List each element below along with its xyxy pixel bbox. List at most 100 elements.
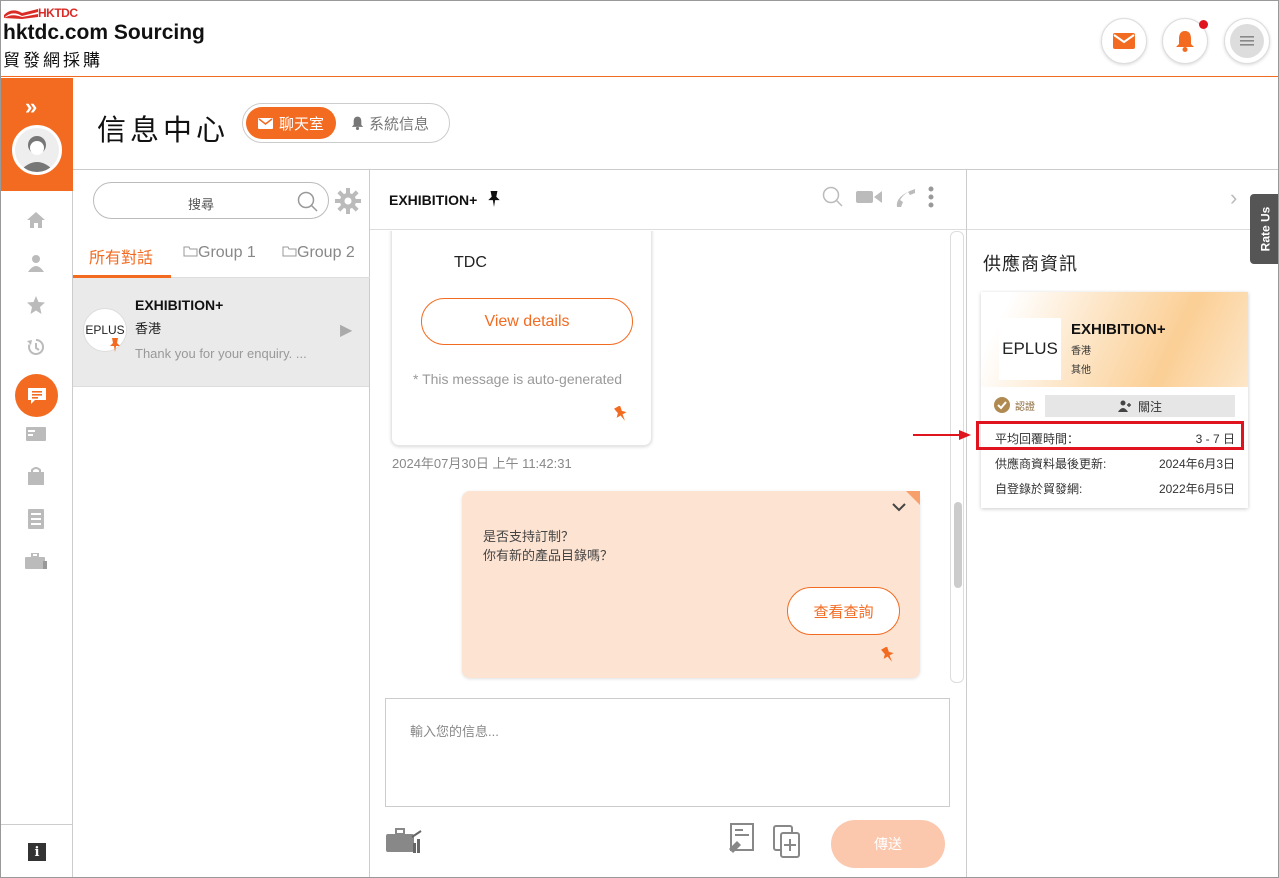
video-call-icon[interactable]	[856, 189, 882, 205]
message-timestamp: 2024年07月30日 上午 11:42:31	[392, 456, 572, 471]
more-options-icon[interactable]	[928, 186, 934, 208]
pin-icon[interactable]	[487, 191, 501, 207]
search-icon[interactable]	[822, 186, 844, 208]
last-updated-value: 2024年6月3日	[1158, 457, 1235, 471]
send-button[interactable]: 傳送	[831, 820, 945, 868]
card-icon[interactable]	[24, 422, 48, 446]
supplier-logo[interactable]: EPLUS	[999, 318, 1061, 380]
side-rail: » i	[1, 78, 73, 877]
bell-icon	[351, 116, 364, 130]
home-icon[interactable]	[24, 208, 48, 232]
tab-all-conversations[interactable]: 所有對話	[89, 244, 153, 268]
highlight-box	[976, 421, 1244, 450]
expand-icon[interactable]: »	[25, 94, 37, 120]
enquiry-line-1: 是否支持訂制？	[483, 529, 575, 544]
search-icon[interactable]	[297, 191, 319, 213]
view-details-button[interactable]: View details	[421, 298, 633, 345]
page-title: 信息中心	[97, 115, 230, 147]
conversation-preview: Thank you for your enquiry. ...	[135, 346, 307, 361]
notification-dot	[1199, 20, 1208, 29]
brand-name-en[interactable]: hktdc.com Sourcing	[3, 21, 205, 45]
rail-profile-area: »	[1, 78, 73, 191]
list-item[interactable]: EPLUS EXHIBITION+ 香港 Thank you for your …	[73, 278, 369, 387]
supplier-panel: › 供應商資訊 EPLUS EXHIBITION+ 香港 其他 認證 關注 平均…	[967, 169, 1278, 877]
tab-chatroom-label: 聊天室	[278, 115, 324, 133]
chevron-right-icon[interactable]: ›	[1230, 185, 1237, 211]
menu-button[interactable]	[1224, 18, 1270, 64]
hktdc-logo[interactable]: HKTDC	[4, 6, 78, 20]
conversation-location: 香港	[135, 321, 162, 336]
supplier-name[interactable]: EXHIBITION+	[1071, 321, 1166, 338]
registered-since-label: 自登錄於貿發網:	[995, 482, 1083, 496]
tab-system-label: 系統信息	[369, 115, 430, 133]
message-input-placeholder: 輸入您的信息...	[410, 724, 499, 739]
top-bar: HKTDC hktdc.com Sourcing 貿發網採購	[1, 1, 1278, 77]
tab-chatroom[interactable]: 聊天室	[246, 107, 336, 139]
bell-icon	[1176, 31, 1194, 52]
phone-icon[interactable]	[894, 186, 916, 208]
message-input[interactable]: 輸入您的信息...	[385, 698, 950, 807]
brand-name-zh[interactable]: 貿發網採購	[3, 46, 103, 71]
search-input[interactable]: 搜尋	[93, 182, 329, 219]
briefcase-icon[interactable]	[24, 549, 48, 573]
follow-button[interactable]: 關注	[1045, 395, 1235, 417]
menu-icon	[1240, 36, 1254, 46]
supplier-badges: 認證 關注	[981, 393, 1248, 419]
star-icon[interactable]	[24, 293, 48, 317]
enquiry-line-2: 你有新的產品目錄嗎？	[483, 548, 614, 563]
enquiry-text: 是否支持訂制？ 你有新的產品目錄嗎？	[483, 527, 613, 565]
pin-icon	[110, 338, 120, 352]
pin-icon[interactable]	[881, 647, 895, 663]
rate-us-tab[interactable]: Rate Us	[1250, 194, 1278, 264]
last-updated-row: 供應商資料最後更新: 2024年6月3日	[995, 455, 1235, 472]
logo-text: HKTDC	[38, 6, 78, 20]
verified-badge: 認證	[993, 396, 1035, 414]
scrollbar-thumb[interactable]	[954, 502, 962, 588]
registered-since-value: 2022年6月5日	[1158, 482, 1235, 496]
profile-icon[interactable]	[24, 251, 48, 275]
list-icon[interactable]	[24, 507, 48, 531]
product-catalog-icon[interactable]	[727, 823, 757, 859]
gear-icon[interactable]	[335, 188, 361, 214]
chevron-right-icon: ▶	[340, 322, 353, 339]
supplier-card: EPLUS EXHIBITION+ 香港 其他 認證 關注 平均回覆時間： 3 …	[981, 292, 1248, 508]
add-user-icon	[1117, 400, 1131, 412]
conversation-list-panel: 搜尋 所有對話 Group 1 Group 2 EPLUS EXHIBITION…	[73, 169, 370, 877]
briefcase-icon[interactable]	[385, 827, 423, 855]
auto-generated-note: * This message is auto-generated	[413, 371, 623, 387]
tab-group-2[interactable]: Group 2	[282, 244, 355, 262]
chat-title: EXHIBITION+	[389, 191, 501, 208]
folder-icon	[282, 246, 297, 257]
chat-header: EXHIBITION+	[370, 170, 966, 230]
bubble-corner	[906, 491, 920, 505]
verified-icon	[994, 397, 1010, 413]
scrollbar[interactable]	[950, 231, 964, 683]
supplier-section-title: 供應商資訊	[983, 254, 1078, 274]
supplier-panel-header: ›	[967, 170, 1278, 230]
view-enquiry-button[interactable]: 查看查詢	[787, 587, 900, 635]
user-avatar[interactable]	[12, 125, 62, 175]
info-icon: i	[28, 843, 46, 861]
info-button[interactable]: i	[1, 824, 73, 877]
message-sender: TDC	[454, 254, 487, 271]
mail-icon	[257, 117, 273, 129]
conversation-tabs: 所有對話 Group 1 Group 2	[73, 232, 370, 278]
tab-group-1[interactable]: Group 1	[183, 244, 256, 262]
copy-add-icon[interactable]	[773, 825, 801, 859]
compose-toolbar: 傳送	[370, 815, 966, 875]
message-tabs: 聊天室 系統信息	[242, 103, 450, 143]
tab-system-messages[interactable]: 系統信息	[351, 107, 429, 139]
supplier-location: 香港	[1071, 346, 1091, 357]
incoming-message: TDC View details * This message is auto-…	[391, 231, 652, 446]
search-placeholder: 搜尋	[188, 197, 215, 212]
chevron-down-icon[interactable]	[892, 499, 906, 515]
shopping-bag-icon[interactable]	[24, 464, 48, 488]
messages-icon[interactable]	[15, 374, 58, 417]
message-thread: TDC View details * This message is auto-…	[370, 231, 966, 683]
chat-toolbar	[822, 186, 934, 208]
history-icon[interactable]	[24, 335, 48, 359]
pin-icon[interactable]	[614, 406, 628, 422]
red-arrow-icon	[913, 430, 971, 440]
folder-icon	[183, 246, 198, 257]
mail-button[interactable]	[1101, 18, 1147, 64]
